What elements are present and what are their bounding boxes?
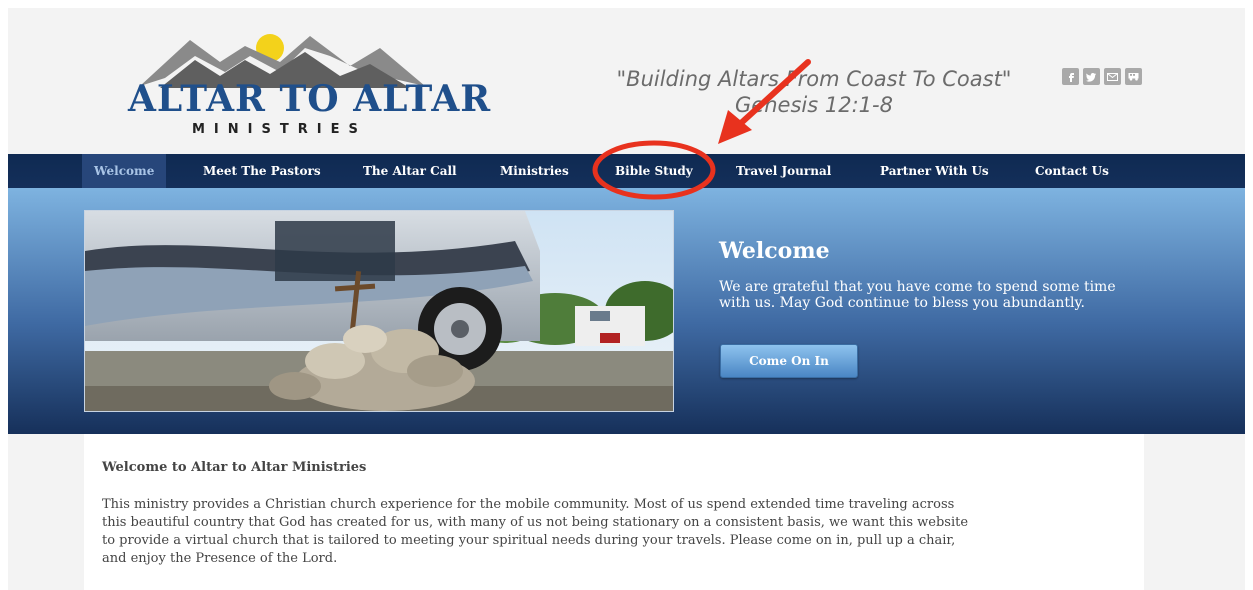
site-tagline: "Building Altars From Coast To Coast" Ge… bbox=[544, 66, 1084, 118]
body-line: this beautiful country that God has crea… bbox=[102, 515, 969, 530]
nav-item-bible-study[interactable]: Bible Study bbox=[615, 154, 693, 188]
hero-banner: Welcome We are grateful that you have co… bbox=[8, 188, 1245, 434]
body-line: to provide a virtual church that is tail… bbox=[102, 533, 956, 548]
logo-title: ALTAR TO ALTAR bbox=[128, 78, 492, 120]
main-nav: Welcome Meet The Pastors The Altar Call … bbox=[8, 154, 1245, 188]
twitter-icon[interactable] bbox=[1083, 68, 1100, 85]
nav-item-the-altar-call[interactable]: The Altar Call bbox=[363, 154, 457, 188]
tagline-quote: "Building Altars From Coast To Coast" bbox=[616, 67, 1012, 91]
come-on-in-button[interactable]: Come On In bbox=[720, 344, 858, 378]
nav-item-partner-with-us[interactable]: Partner With Us bbox=[880, 154, 989, 188]
body-line: and enjoy the Presence of the Lord. bbox=[102, 551, 338, 566]
hero-photo-rv bbox=[84, 210, 674, 412]
page: ALTAR TO ALTAR MINISTRIES "Building Alta… bbox=[8, 8, 1245, 590]
body-line: This ministry provides a Christian churc… bbox=[102, 497, 955, 512]
tagline-verse: Genesis 12:1-8 bbox=[735, 93, 893, 117]
hero-text: We are grateful that you have come to sp… bbox=[719, 279, 1116, 311]
facebook-icon[interactable] bbox=[1062, 68, 1079, 85]
hero-title: Welcome bbox=[719, 238, 830, 264]
nav-item-ministries[interactable]: Ministries bbox=[500, 154, 569, 188]
section-title: Welcome to Altar to Altar Ministries bbox=[102, 460, 367, 475]
site-logo[interactable]: ALTAR TO ALTAR MINISTRIES bbox=[120, 26, 490, 137]
rv-icon[interactable] bbox=[1125, 68, 1142, 85]
nav-item-welcome[interactable]: Welcome bbox=[82, 154, 167, 188]
nav-item-contact-us[interactable]: Contact Us bbox=[1035, 154, 1109, 188]
section-body: This ministry provides a Christian churc… bbox=[102, 496, 1132, 568]
nav-item-meet-the-pastors[interactable]: Meet The Pastors bbox=[203, 154, 321, 188]
email-icon[interactable] bbox=[1104, 68, 1121, 85]
social-links bbox=[1062, 68, 1142, 85]
logo-subtitle: MINISTRIES bbox=[192, 122, 367, 137]
nav-item-travel-journal[interactable]: Travel Journal bbox=[736, 154, 831, 188]
site-header: ALTAR TO ALTAR MINISTRIES "Building Alta… bbox=[8, 8, 1245, 154]
welcome-section: Welcome to Altar to Altar Ministries Thi… bbox=[84, 434, 1144, 590]
